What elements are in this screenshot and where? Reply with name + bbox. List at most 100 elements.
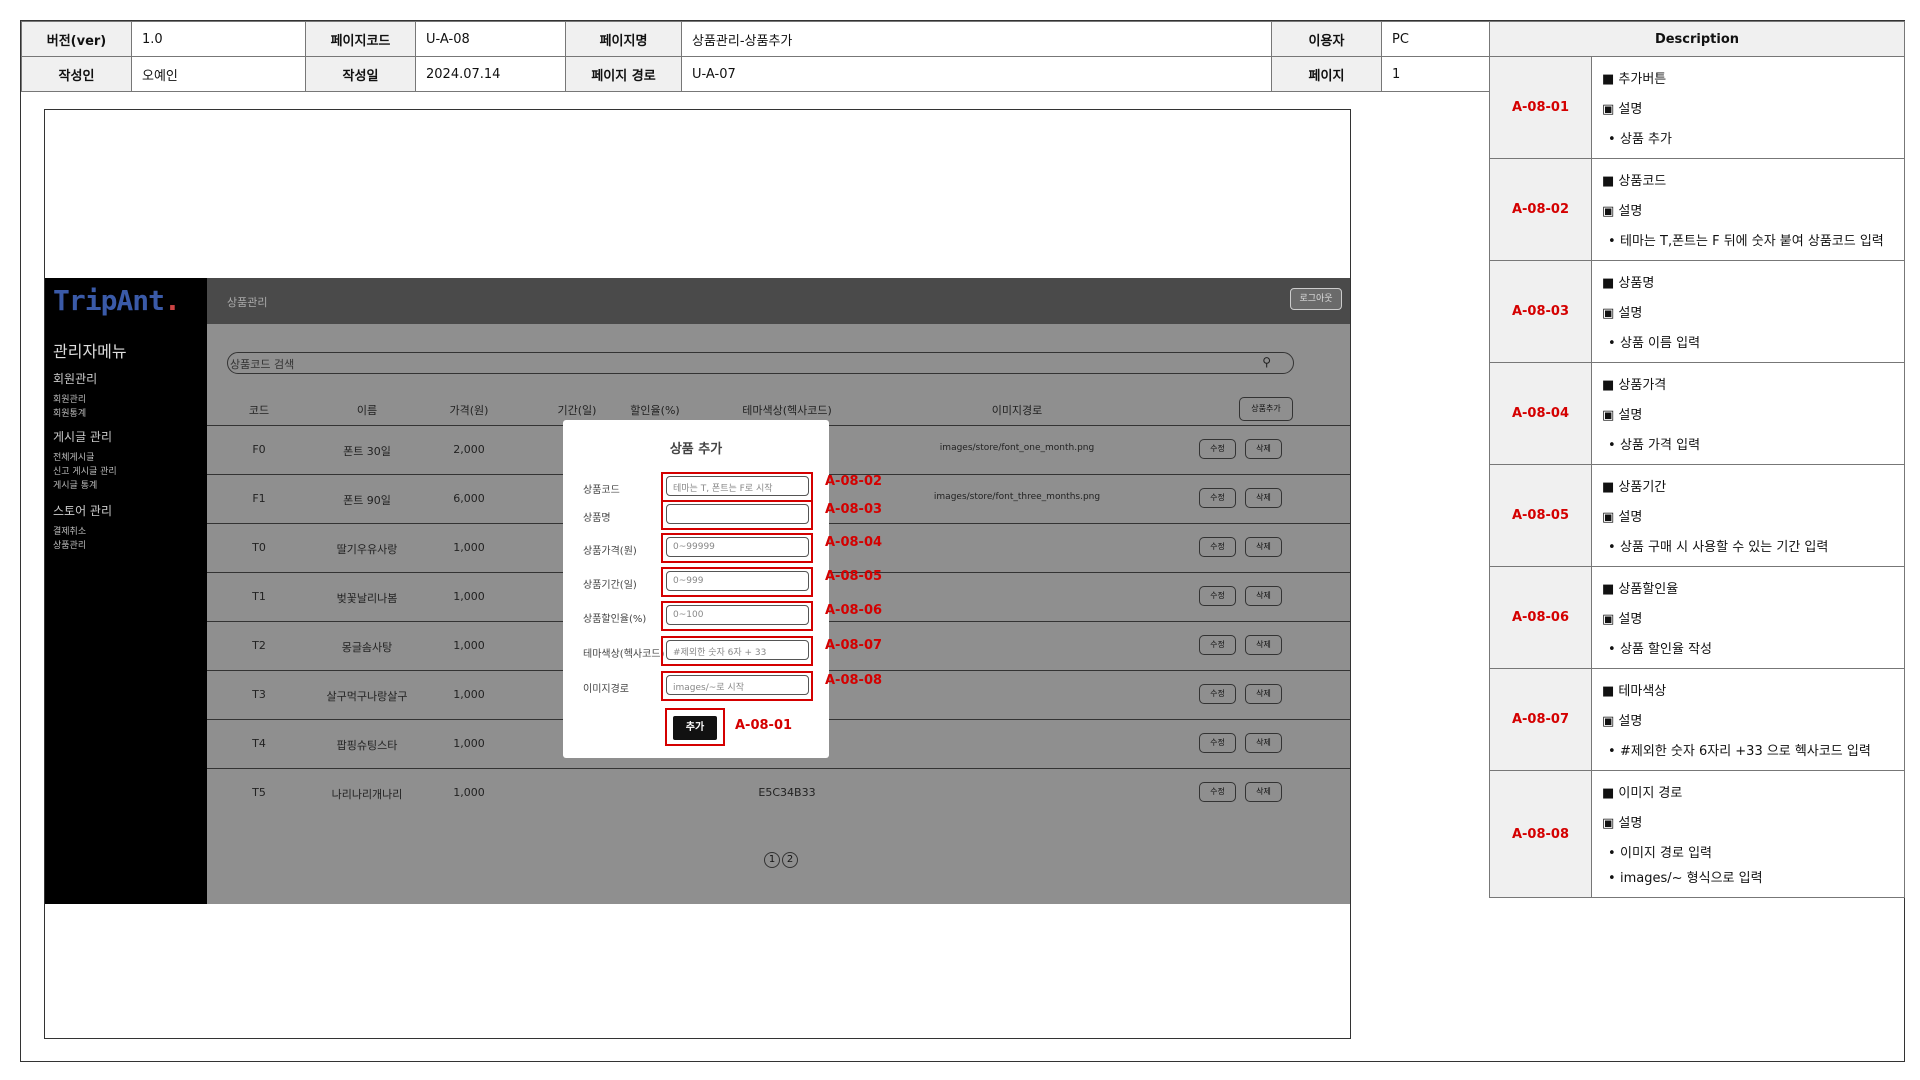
page-1-button[interactable]: 1 [764,852,780,868]
delete-button[interactable]: 삭제 [1245,733,1282,753]
cell-name: 몽글솜사탕 [341,641,393,654]
field-tag: A-08-08 [825,673,883,688]
description-sub: ▣ 설명 [1602,714,1643,729]
logout-button[interactable]: 로그아웃 [1290,288,1342,310]
version-label: 버전(ver) [21,21,132,57]
cell-code: T4 [252,737,266,750]
modal-input[interactable]: 테마는 T, 폰트는 F로 시작 [666,476,809,496]
description-code: A-08-08 [1489,770,1592,898]
modal-field-label: 상품할인율(%) [583,614,647,625]
column-header: 기간(일) [557,404,597,417]
cell-code: T2 [252,639,266,652]
description-title: Description [1489,21,1905,57]
search-icon[interactable]: ⚲ [1262,355,1271,369]
cell-price: 2,000 [453,443,485,456]
edit-button[interactable]: 수정 [1199,782,1236,802]
submit-button[interactable]: 추가 [673,716,717,740]
edit-button[interactable]: 수정 [1199,733,1236,753]
description-code: A-08-03 [1489,260,1592,363]
modal-field-label: 상품가격(원) [583,546,637,557]
cell-name: 폰트 30일 [343,445,391,458]
pagename-label: 페이지명 [565,21,682,57]
date-label: 작성일 [305,56,416,92]
edit-button[interactable]: 수정 [1199,488,1236,508]
wireframe-canvas: TripAnt. 관리자메뉴 회원관리 회원관리 회원통계 게시글 관리 전체게시글 신고… [44,109,1351,1039]
modal-input[interactable]: #제외한 숫자 6자 + 33 [666,640,809,660]
cell-code: T0 [252,541,266,554]
sidebar-link[interactable]: 회원관리 [53,392,86,405]
description-sub: ▣ 설명 [1602,102,1643,117]
description-sub: ▣ 설명 [1602,204,1643,219]
edit-button[interactable]: 수정 [1199,586,1236,606]
modal-input[interactable]: 0~99999 [666,537,809,557]
description-note: 상품 가격 입력 [1602,436,1894,456]
sidebar-title: 관리자메뉴 [53,342,127,361]
sidebar-link[interactable]: 신고 게시글 관리 [53,464,117,477]
pagecode-value: U-A-08 [415,21,566,57]
modal-input[interactable] [666,504,809,524]
edit-button[interactable]: 수정 [1199,439,1236,459]
delete-button[interactable]: 삭제 [1245,586,1282,606]
description-row: A-08-05 ■ 상품기간 ▣ 설명상품 구매 시 사용할 수 있는 기간 입력 [1489,464,1905,567]
edit-button[interactable]: 수정 [1199,537,1236,557]
description-note: 테마는 T,폰트는 F 뒤에 숫자 붙여 상품코드 입력 [1602,232,1894,252]
sidebar-link[interactable]: 결제취소 [53,524,86,537]
field-tag: A-08-05 [825,569,883,584]
cell-image-path: images/store/font_three_months.png [933,492,1101,502]
description-note: 이미지 경로 입력 [1602,844,1894,864]
delete-button[interactable]: 삭제 [1245,635,1282,655]
sidebar-section-title: 회원관리 [53,372,98,386]
sidebar-link[interactable]: 게시글 통계 [53,478,97,491]
cell-name: 나리나리개나리 [331,788,403,801]
cell-price: 1,000 [453,688,485,701]
edit-button[interactable]: 수정 [1199,635,1236,655]
description-row: A-08-08 ■ 이미지 경로 ▣ 설명이미지 경로 입력 images/~ 형식으… [1489,770,1905,898]
column-header: 가격(원) [449,404,489,417]
field-tag: A-08-07 [825,638,883,653]
path-value: U-A-07 [681,56,1272,92]
delete-button[interactable]: 삭제 [1245,684,1282,704]
description-row: A-08-07 ■ 테마색상 ▣ 설명 #제외한 숫자 6자리 +33 으로 헥사코드… [1489,668,1905,771]
author-label: 작성인 [21,56,132,92]
logo-dot: . [164,284,181,317]
delete-button[interactable]: 삭제 [1245,488,1282,508]
field-tag: A-08-06 [825,603,883,618]
spec-sheet: 버전(ver) 1.0 페이지코드 U-A-08 페이지명 상품관리-상품추가 … [20,20,1905,1062]
sidebar-link[interactable]: 상품관리 [53,538,86,551]
description-row: A-08-06 ■ 상품할인율 ▣ 설명상품 할인율 작성 [1489,566,1905,669]
table-row: T5 나리나리개나리 1,000 E5C34B33 수정 삭제 [207,768,1350,816]
modal-field-label: 테마색상(헥사코드) [583,649,665,660]
delete-button[interactable]: 삭제 [1245,439,1282,459]
delete-button[interactable]: 삭제 [1245,782,1282,802]
page-2-button[interactable]: 2 [782,852,798,868]
add-product-modal: 상품 추가 상품코드 테마는 T, 폰트는 F로 시작 A-08-02 상품명 A-08… [563,420,882,758]
topbar-title: 상품관리 [227,296,268,309]
logo[interactable]: TripAnt. [53,284,181,317]
pagination: 12 [764,852,800,868]
sidebar-link[interactable]: 전체게시글 [53,450,94,463]
description-note: images/~ 형식으로 입력 [1602,869,1894,889]
description-row: A-08-01 ■ 추가버튼 ▣ 설명상품 추가 [1489,56,1905,159]
edit-button[interactable]: 수정 [1199,684,1236,704]
description-note: #제외한 숫자 6자리 +33 으로 헥사코드 입력 [1602,742,1894,762]
description-head: ■ 상품명 [1602,276,1655,291]
description-sub: ▣ 설명 [1602,306,1643,321]
description-code: A-08-02 [1489,158,1592,261]
add-product-button[interactable]: 상품추가 [1239,397,1293,421]
delete-button[interactable]: 삭제 [1245,537,1282,557]
column-header: 이미지경로 [991,404,1043,417]
description-note: 상품 구매 시 사용할 수 있는 기간 입력 [1602,538,1894,558]
modal-input[interactable]: 0~999 [666,571,809,591]
modal-input[interactable]: images/~로 시작 [666,675,809,695]
description-head: ■ 상품할인율 [1602,582,1679,597]
sidebar-link[interactable]: 회원통계 [53,406,86,419]
cell-image-path: images/store/font_one_month.png [939,443,1095,453]
modal-field-label: 상품명 [583,513,611,524]
description-body: ■ 추가버튼 ▣ 설명상품 추가 [1591,56,1905,159]
description-head: ■ 상품기간 [1602,480,1667,495]
modal-input[interactable]: 0~100 [666,605,809,625]
description-sub: ▣ 설명 [1602,510,1643,525]
search-input[interactable]: 상품코드 검색 ⚲ [227,352,1294,374]
description-note: 상품 추가 [1602,130,1894,150]
description-row: A-08-02 ■ 상품코드 ▣ 설명테마는 T,폰트는 F 뒤에 숫자 붙여 상품… [1489,158,1905,261]
